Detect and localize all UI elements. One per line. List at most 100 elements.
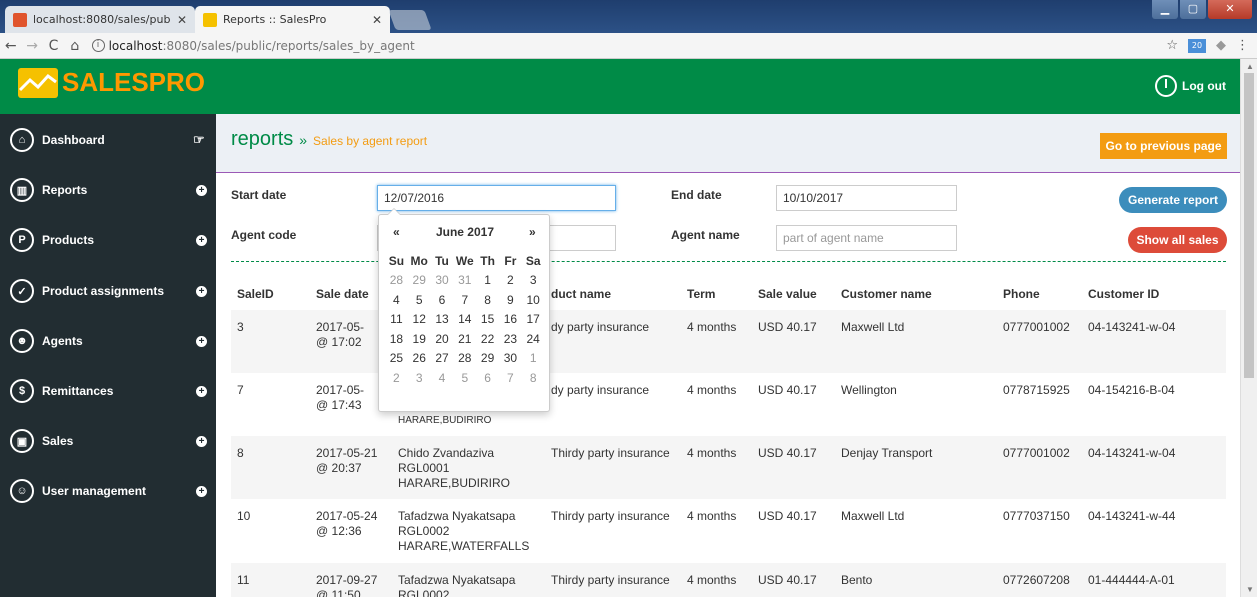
extension-icon[interactable]: ◆	[1216, 38, 1226, 53]
sidebar-item-product-assignments[interactable]: ✓ Product assignments +	[0, 271, 216, 311]
sidebar-item-user-management[interactable]: ☺ User management +	[0, 471, 216, 511]
datepicker-day[interactable]: 2	[499, 273, 522, 287]
menu-icon[interactable]: ⋮	[1236, 38, 1249, 53]
logo[interactable]: SALESPRO	[18, 67, 205, 98]
expand-plus-icon[interactable]: +	[196, 234, 207, 246]
minimize-icon[interactable]: ▁	[1152, 0, 1178, 19]
datepicker-day[interactable]: 30	[431, 273, 454, 287]
logout-button[interactable]: Log out	[1155, 75, 1226, 97]
expand-plus-icon[interactable]: +	[196, 335, 207, 347]
home-icon[interactable]: ⌂	[64, 38, 85, 54]
datepicker-day[interactable]: 19	[408, 332, 431, 346]
datepicker-day[interactable]: 18	[385, 332, 408, 346]
datepicker-day[interactable]: 5	[453, 371, 476, 385]
datepicker-next-button[interactable]: »	[529, 225, 536, 239]
datepicker-day[interactable]: 25	[385, 351, 408, 365]
datepicker-day[interactable]: 6	[431, 293, 454, 307]
datepicker-day[interactable]: 5	[408, 293, 431, 307]
datepicker-day[interactable]: 14	[453, 312, 476, 326]
back-icon[interactable]: ←	[0, 38, 21, 54]
datepicker-day[interactable]: 17	[522, 312, 545, 326]
forward-icon[interactable]: →	[21, 38, 42, 54]
datepicker-day[interactable]: 31	[453, 273, 476, 287]
browser-tab-localhost[interactable]: localhost:8080/sales/pub ✕	[5, 6, 195, 33]
datepicker-day[interactable]: 2	[385, 371, 408, 385]
datepicker-day[interactable]: 6	[476, 371, 499, 385]
datepicker-day[interactable]: 16	[499, 312, 522, 326]
datepicker-day[interactable]: 30	[499, 351, 522, 365]
datepicker-day[interactable]: 24	[522, 332, 545, 346]
datepicker-day[interactable]: 1	[522, 351, 545, 365]
datepicker-prev-button[interactable]: «	[393, 225, 400, 239]
datepicker-day[interactable]: 15	[476, 312, 499, 326]
datepicker-day[interactable]: 7	[499, 371, 522, 385]
sidebar-item-products[interactable]: P Products +	[0, 220, 216, 260]
show-all-sales-button[interactable]: Show all sales	[1128, 227, 1227, 253]
agent-name-input[interactable]: part of agent name	[776, 225, 957, 251]
sidebar-item-remittances[interactable]: $ Remittances +	[0, 371, 216, 411]
sidebar-item-label: Dashboard	[42, 133, 105, 147]
tab-close-icon[interactable]: ✕	[177, 13, 187, 27]
expand-plus-icon[interactable]: +	[196, 184, 207, 196]
cell-product: Thirdy party insurance	[551, 573, 670, 587]
generate-report-button[interactable]: Generate report	[1119, 187, 1227, 213]
browser-tab-reports[interactable]: Reports :: SalesPro ✕	[195, 6, 390, 33]
datepicker-day[interactable]: 28	[385, 273, 408, 287]
datepicker-day[interactable]: 29	[476, 351, 499, 365]
datepicker-day[interactable]: 27	[431, 351, 454, 365]
datepicker-day[interactable]: 4	[385, 293, 408, 307]
breadcrumb-section[interactable]: reports	[231, 128, 293, 151]
reload-icon[interactable]: C	[43, 38, 64, 54]
calendar-extension-icon[interactable]: 20	[1188, 38, 1206, 53]
datepicker-day[interactable]: 10	[522, 293, 545, 307]
scroll-down-icon[interactable]: ▼	[1246, 585, 1254, 594]
datepicker-day[interactable]: 20	[431, 332, 454, 346]
end-date-input[interactable]: 10/10/2017	[776, 185, 957, 211]
vertical-scrollbar[interactable]: ▲ ▼	[1240, 59, 1257, 597]
table-row[interactable]: 10 2017-05-24 @ 12:36 Tafadzwa Nyakatsapa…	[231, 499, 1226, 563]
datepicker-day[interactable]: 11	[385, 312, 408, 326]
sidebar-item-reports[interactable]: ▥ Reports +	[0, 170, 216, 210]
expand-plus-icon[interactable]: +	[196, 385, 207, 397]
datepicker-day[interactable]: 1	[476, 273, 499, 287]
datepicker-day[interactable]: 22	[476, 332, 499, 346]
datepicker-day[interactable]: 26	[408, 351, 431, 365]
window-close-icon[interactable]: ✕	[1208, 0, 1252, 19]
expand-plus-icon[interactable]: +	[196, 485, 207, 497]
datepicker-day[interactable]: 3	[522, 273, 545, 287]
scroll-up-icon[interactable]: ▲	[1246, 62, 1254, 71]
expand-plus-icon[interactable]: +	[196, 285, 207, 297]
go-to-previous-page-button[interactable]: Go to previous page	[1100, 133, 1227, 159]
datepicker-day[interactable]: 9	[499, 293, 522, 307]
sidebar-item-dashboard[interactable]: ⌂ Dashboard ☞	[0, 120, 216, 160]
datepicker-day[interactable]: 3	[408, 371, 431, 385]
content-header: reports » Sales by agent report Go to pr…	[216, 114, 1240, 173]
star-icon[interactable]: ☆	[1166, 38, 1178, 53]
sidebar-item-agents[interactable]: ☻ Agents +	[0, 321, 216, 361]
table-row[interactable]: 11 2017-09-27 @ 11:50 Tafadzwa Nyakatsapa…	[231, 563, 1226, 597]
datepicker-day[interactable]: 29	[408, 273, 431, 287]
datepicker-day[interactable]: 7	[453, 293, 476, 307]
scrollbar-thumb[interactable]	[1244, 73, 1254, 378]
table-row[interactable]: 8 2017-05-21 @ 20:37 Chido Zvandaziva RGL0…	[231, 436, 1226, 499]
new-tab-button[interactable]	[388, 10, 432, 30]
datepicker-day[interactable]: 4	[431, 371, 454, 385]
cell-sale-value: USD 40.17	[758, 509, 817, 523]
datepicker-day[interactable]: 23	[499, 332, 522, 346]
cell-sale-value: USD 40.17	[758, 383, 817, 397]
sidebar-item-sales[interactable]: ▣ Sales +	[0, 421, 216, 461]
datepicker-day[interactable]: 28	[453, 351, 476, 365]
datepicker-day[interactable]: 8	[476, 293, 499, 307]
url-input[interactable]: i localhost:8080/sales/public/reports/sa…	[91, 35, 1167, 57]
tab-close-icon[interactable]: ✕	[372, 13, 382, 27]
info-icon[interactable]: i	[91, 39, 105, 52]
datepicker-day[interactable]: 13	[431, 312, 454, 326]
start-date-input[interactable]: 12/07/2016	[377, 185, 616, 211]
datepicker-day[interactable]: 8	[522, 371, 545, 385]
datepicker-day[interactable]: 21	[453, 332, 476, 346]
header-customer-id: Customer ID	[1088, 287, 1160, 301]
maximize-icon[interactable]: ▢	[1180, 0, 1206, 19]
datepicker-day[interactable]: 12	[408, 312, 431, 326]
expand-plus-icon[interactable]: +	[196, 435, 207, 447]
datepicker-month-title[interactable]: June 2017	[379, 225, 551, 239]
